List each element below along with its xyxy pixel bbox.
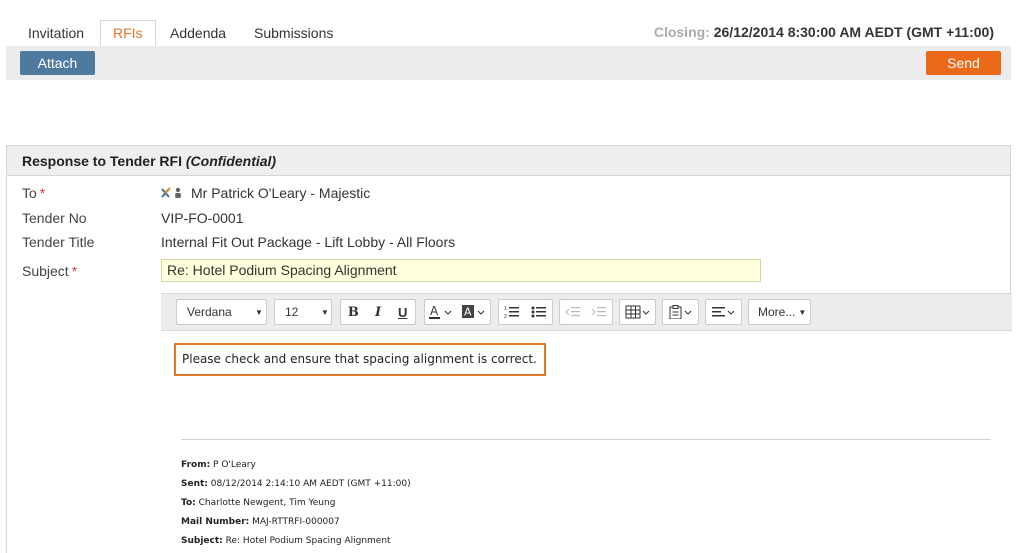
- action-toolbar: Attach Send: [6, 46, 1011, 80]
- color-group: A A: [424, 299, 491, 325]
- font-size-value: 12: [285, 305, 299, 319]
- mail-number-row: Mail Number: MAJ-RTTRFI-000007: [181, 517, 340, 527]
- bold-button[interactable]: B: [341, 300, 366, 324]
- subject-label: Subject *: [22, 263, 78, 279]
- chevron-down-icon: ▼: [255, 307, 263, 317]
- to-value[interactable]: Mr Patrick O'Leary - Majestic: [161, 181, 370, 206]
- tab-bar: Invitation RFIs Addenda Submissions Clos…: [0, 0, 1019, 47]
- indent-icon[interactable]: [586, 300, 612, 324]
- clipboard-icon: [663, 300, 698, 324]
- closing-info: Closing: 26/12/2014 8:30:00 AM AEDT (GMT…: [654, 24, 994, 40]
- mail-sent-row: Sent: 08/12/2014 2:14:10 AM AEDT (GMT +1…: [181, 479, 411, 489]
- chevron-down-icon: ▼: [321, 307, 329, 317]
- text-style-group: B I U: [340, 299, 416, 325]
- chevron-down-icon: ▼: [798, 307, 807, 317]
- italic-button[interactable]: I: [366, 300, 391, 324]
- outdent-icon[interactable]: [560, 300, 586, 324]
- to-recipient: Mr Patrick O'Leary - Majestic: [191, 185, 371, 201]
- svg-text:A: A: [430, 305, 439, 318]
- font-size-select[interactable]: 12 ▼: [274, 299, 332, 325]
- to-row: To * Mr Patrick O'Leary - Majestic: [7, 181, 1010, 205]
- mail-to-row: To: Charlotte Newgent, Tim Yeung: [181, 498, 336, 508]
- tab-submissions[interactable]: Submissions: [242, 20, 345, 46]
- to-label: To *: [22, 185, 46, 201]
- svg-text:A: A: [464, 306, 472, 319]
- font-color-icon[interactable]: A: [425, 300, 458, 324]
- required-mark: *: [39, 185, 46, 201]
- tab-invitation[interactable]: Invitation: [16, 20, 96, 46]
- panel-title: Response to Tender RFI (Confidential): [7, 146, 1010, 176]
- editor-body-text[interactable]: Please check and ensure that spacing ali…: [174, 343, 546, 376]
- numbered-list-icon[interactable]: 12: [499, 300, 526, 324]
- contact-company-icon: [161, 182, 185, 206]
- rich-text-editor: Verdana ▼ 12 ▼ B I U A A 1 2 More... ▼ P…: [161, 293, 1012, 553]
- align-button[interactable]: [705, 299, 742, 325]
- attach-button[interactable]: Attach: [20, 51, 95, 75]
- list-group: 12: [498, 299, 553, 325]
- quoted-mail-header: From: P O'Leary Sent: 08/12/2014 2:14:10…: [181, 459, 411, 553]
- panel-title-suffix: (Confidential): [185, 153, 277, 169]
- more-label: More...: [758, 305, 796, 319]
- indent-group: [559, 299, 613, 325]
- tab-rfis[interactable]: RFIs: [100, 20, 156, 47]
- tender-title-value: Internal Fit Out Package - Lift Lobby - …: [161, 234, 456, 250]
- editor-toolbar: Verdana ▼ 12 ▼ B I U A A 1 2 More... ▼: [161, 293, 1012, 331]
- send-button[interactable]: Send: [926, 51, 1001, 75]
- mail-from-row: From: P O'Leary: [181, 460, 256, 470]
- tender-no-row: Tender No VIP-FO-0001: [7, 206, 1010, 230]
- closing-label: Closing:: [653, 24, 710, 40]
- tender-no-label: Tender No: [22, 210, 87, 226]
- font-family-select[interactable]: Verdana ▼: [176, 299, 267, 325]
- table-button[interactable]: [619, 299, 656, 325]
- bullet-list-icon[interactable]: [526, 300, 553, 324]
- paste-button[interactable]: [662, 299, 699, 325]
- svg-text:1: 1: [504, 306, 507, 312]
- tender-title-row: Tender Title Internal Fit Out Package - …: [7, 230, 1010, 254]
- tender-no-value: VIP-FO-0001: [161, 210, 244, 226]
- closing-value: 26/12/2014 8:30:00 AM AEDT (GMT +11:00): [713, 24, 994, 40]
- svg-text:2: 2: [504, 314, 507, 319]
- align-left-icon: [706, 300, 741, 324]
- rfi-response-panel: Response to Tender RFI (Confidential) To…: [6, 145, 1012, 553]
- font-family-value: Verdana: [187, 305, 232, 319]
- tender-title-label: Tender Title: [22, 234, 95, 250]
- divider: [181, 439, 991, 440]
- table-icon: [620, 300, 655, 324]
- mail-subject-row: Subject: Re: Hotel Podium Spacing Alignm…: [181, 536, 391, 546]
- highlight-color-icon[interactable]: A: [458, 300, 491, 324]
- more-button[interactable]: More... ▼: [748, 299, 811, 325]
- panel-title-text: Response to Tender RFI: [22, 153, 182, 169]
- subject-input[interactable]: Re: Hotel Podium Spacing Alignment: [161, 259, 761, 282]
- tab-addenda[interactable]: Addenda: [158, 20, 238, 46]
- subject-row: Subject * Re: Hotel Podium Spacing Alignm…: [7, 259, 1010, 283]
- underline-button[interactable]: U: [390, 300, 415, 324]
- required-mark: *: [71, 263, 78, 279]
